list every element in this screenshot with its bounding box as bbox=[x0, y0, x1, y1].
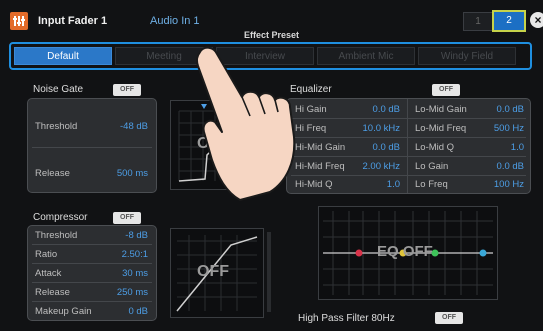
eq-himid-q-label: Hi-Mid Q bbox=[295, 179, 333, 190]
divider bbox=[32, 301, 152, 302]
compressor-params: Threshold -8 dB Ratio 2.50:1 Attack 30 m… bbox=[27, 225, 157, 321]
fader-icon bbox=[10, 12, 28, 30]
preset-tab-windy-field[interactable]: Windy Field bbox=[418, 47, 516, 65]
gain-reduction-meter bbox=[267, 232, 271, 312]
preset-tab-ambient-mic[interactable]: Ambient Mic bbox=[317, 47, 415, 65]
eq-lomid-freq-label: Lo-Mid Freq bbox=[415, 123, 467, 134]
eq-lo-gain-label: Lo Gain bbox=[415, 161, 449, 172]
divider bbox=[291, 137, 526, 138]
divider bbox=[32, 282, 152, 283]
eq-hi-freq-value[interactable]: 10.0 kHz bbox=[363, 123, 401, 134]
page-title: Input Fader 1 bbox=[38, 15, 108, 27]
eq-graph-off-label: EQ OFF bbox=[377, 243, 433, 260]
ng-release-label: Release bbox=[35, 168, 70, 179]
noise-gate-label: Noise Gate bbox=[33, 84, 84, 95]
divider bbox=[291, 156, 526, 157]
hpf-label: High Pass Filter 80Hz bbox=[298, 313, 395, 324]
eq-lomid-q-value[interactable]: 1.0 bbox=[511, 142, 524, 153]
source-label: Audio In 1 bbox=[150, 15, 200, 27]
divider bbox=[291, 118, 526, 119]
comp-ratio-label: Ratio bbox=[35, 249, 58, 260]
preset-title: Effect Preset bbox=[243, 30, 300, 40]
compressor-graph: OFF bbox=[170, 228, 264, 318]
equalizer-toggle[interactable]: OFF bbox=[432, 84, 460, 96]
pointing-hand-icon bbox=[190, 42, 300, 207]
comp-threshold-value[interactable]: -8 dB bbox=[125, 230, 148, 241]
eq-lo-freq-value[interactable]: 100 Hz bbox=[494, 179, 524, 190]
eq-himid-gain-value[interactable]: 0.0 dB bbox=[373, 142, 400, 153]
eq-himid-gain-label: Hi-Mid Gain bbox=[295, 142, 346, 153]
eq-lomid-freq-value[interactable]: 500 Hz bbox=[494, 123, 524, 134]
eq-hi-gain-value[interactable]: 0.0 dB bbox=[373, 104, 400, 115]
noise-gate-toggle[interactable]: OFF bbox=[113, 84, 141, 96]
divider bbox=[32, 263, 152, 264]
comp-makeup-value[interactable]: 0 dB bbox=[128, 306, 148, 317]
eq-himid-q-value[interactable]: 1.0 bbox=[387, 179, 400, 190]
hpf-toggle[interactable]: OFF bbox=[435, 312, 463, 324]
eq-lomid-q-label: Lo-Mid Q bbox=[415, 142, 455, 153]
eq-himid-freq-label: Hi-Mid Freq bbox=[295, 161, 345, 172]
noise-gate-params: Threshold -48 dB Release 500 ms bbox=[27, 98, 157, 193]
eq-himid-freq-value[interactable]: 2.00 kHz bbox=[363, 161, 401, 172]
ng-threshold-value[interactable]: -48 dB bbox=[120, 121, 148, 132]
comp-attack-value[interactable]: 30 ms bbox=[122, 268, 148, 279]
header: Input Fader 1 Audio In 1 1 2 × bbox=[10, 10, 543, 32]
eq-lo-freq-label: Lo Freq bbox=[415, 179, 448, 190]
eq-lomid-gain-label: Lo-Mid Gain bbox=[415, 104, 467, 115]
comp-release-value[interactable]: 250 ms bbox=[117, 287, 148, 298]
divider bbox=[32, 147, 152, 148]
comp-makeup-label: Makeup Gain bbox=[35, 306, 92, 317]
effect-panel: Input Fader 1 Audio In 1 1 2 × Effect Pr… bbox=[0, 0, 543, 331]
ng-release-value[interactable]: 500 ms bbox=[117, 168, 148, 179]
comp-graph-off-label: OFF bbox=[197, 263, 229, 280]
comp-release-label: Release bbox=[35, 287, 70, 298]
equalizer-params: Hi Gain 0.0 dB Lo-Mid Gain 0.0 dB Hi Fre… bbox=[286, 98, 531, 194]
eq-lomid-gain-value[interactable]: 0.0 dB bbox=[497, 104, 524, 115]
ng-threshold-label: Threshold bbox=[35, 121, 78, 132]
equalizer-graph: EQ OFF bbox=[318, 206, 498, 300]
close-icon[interactable]: × bbox=[530, 12, 543, 28]
divider bbox=[291, 175, 526, 176]
compressor-toggle[interactable]: OFF bbox=[113, 212, 141, 224]
eq-lo-gain-value[interactable]: 0.0 dB bbox=[497, 161, 524, 172]
preset-tab-default[interactable]: Default bbox=[14, 47, 112, 65]
comp-ratio-value[interactable]: 2.50:1 bbox=[122, 249, 148, 260]
comp-threshold-label: Threshold bbox=[35, 230, 78, 241]
page-2-button[interactable]: 2 bbox=[492, 10, 526, 32]
divider bbox=[32, 244, 152, 245]
comp-attack-label: Attack bbox=[35, 268, 62, 279]
page-1-button[interactable]: 1 bbox=[463, 12, 493, 31]
compressor-label: Compressor bbox=[33, 212, 88, 223]
